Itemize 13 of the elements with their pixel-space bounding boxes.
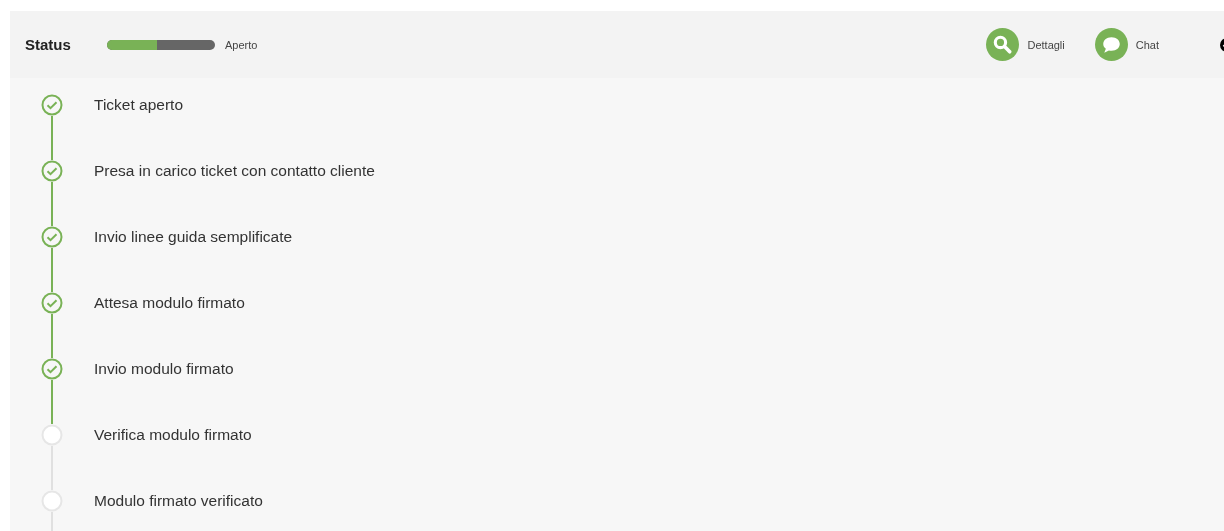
step-label: Invio linee guida semplificate xyxy=(94,227,293,247)
step-label: Presa in carico ticket con contatto cliente xyxy=(94,161,375,181)
speech-bubble-icon xyxy=(1094,28,1128,61)
search-icon xyxy=(986,28,1020,61)
step-label: Modulo firmato verificato xyxy=(94,491,263,511)
status-label: Aperto xyxy=(225,38,258,51)
step-label: Invio modulo firmato xyxy=(94,359,234,379)
step-label: Verifica modulo firmato xyxy=(94,425,252,445)
step-label: Attesa modulo firmato xyxy=(94,293,245,313)
chat-button[interactable]: Chat xyxy=(1094,28,1159,61)
details-button[interactable]: Dettagli xyxy=(986,28,1065,61)
status-title: Status xyxy=(25,36,72,53)
step-label: Ticket aperto xyxy=(94,95,184,115)
